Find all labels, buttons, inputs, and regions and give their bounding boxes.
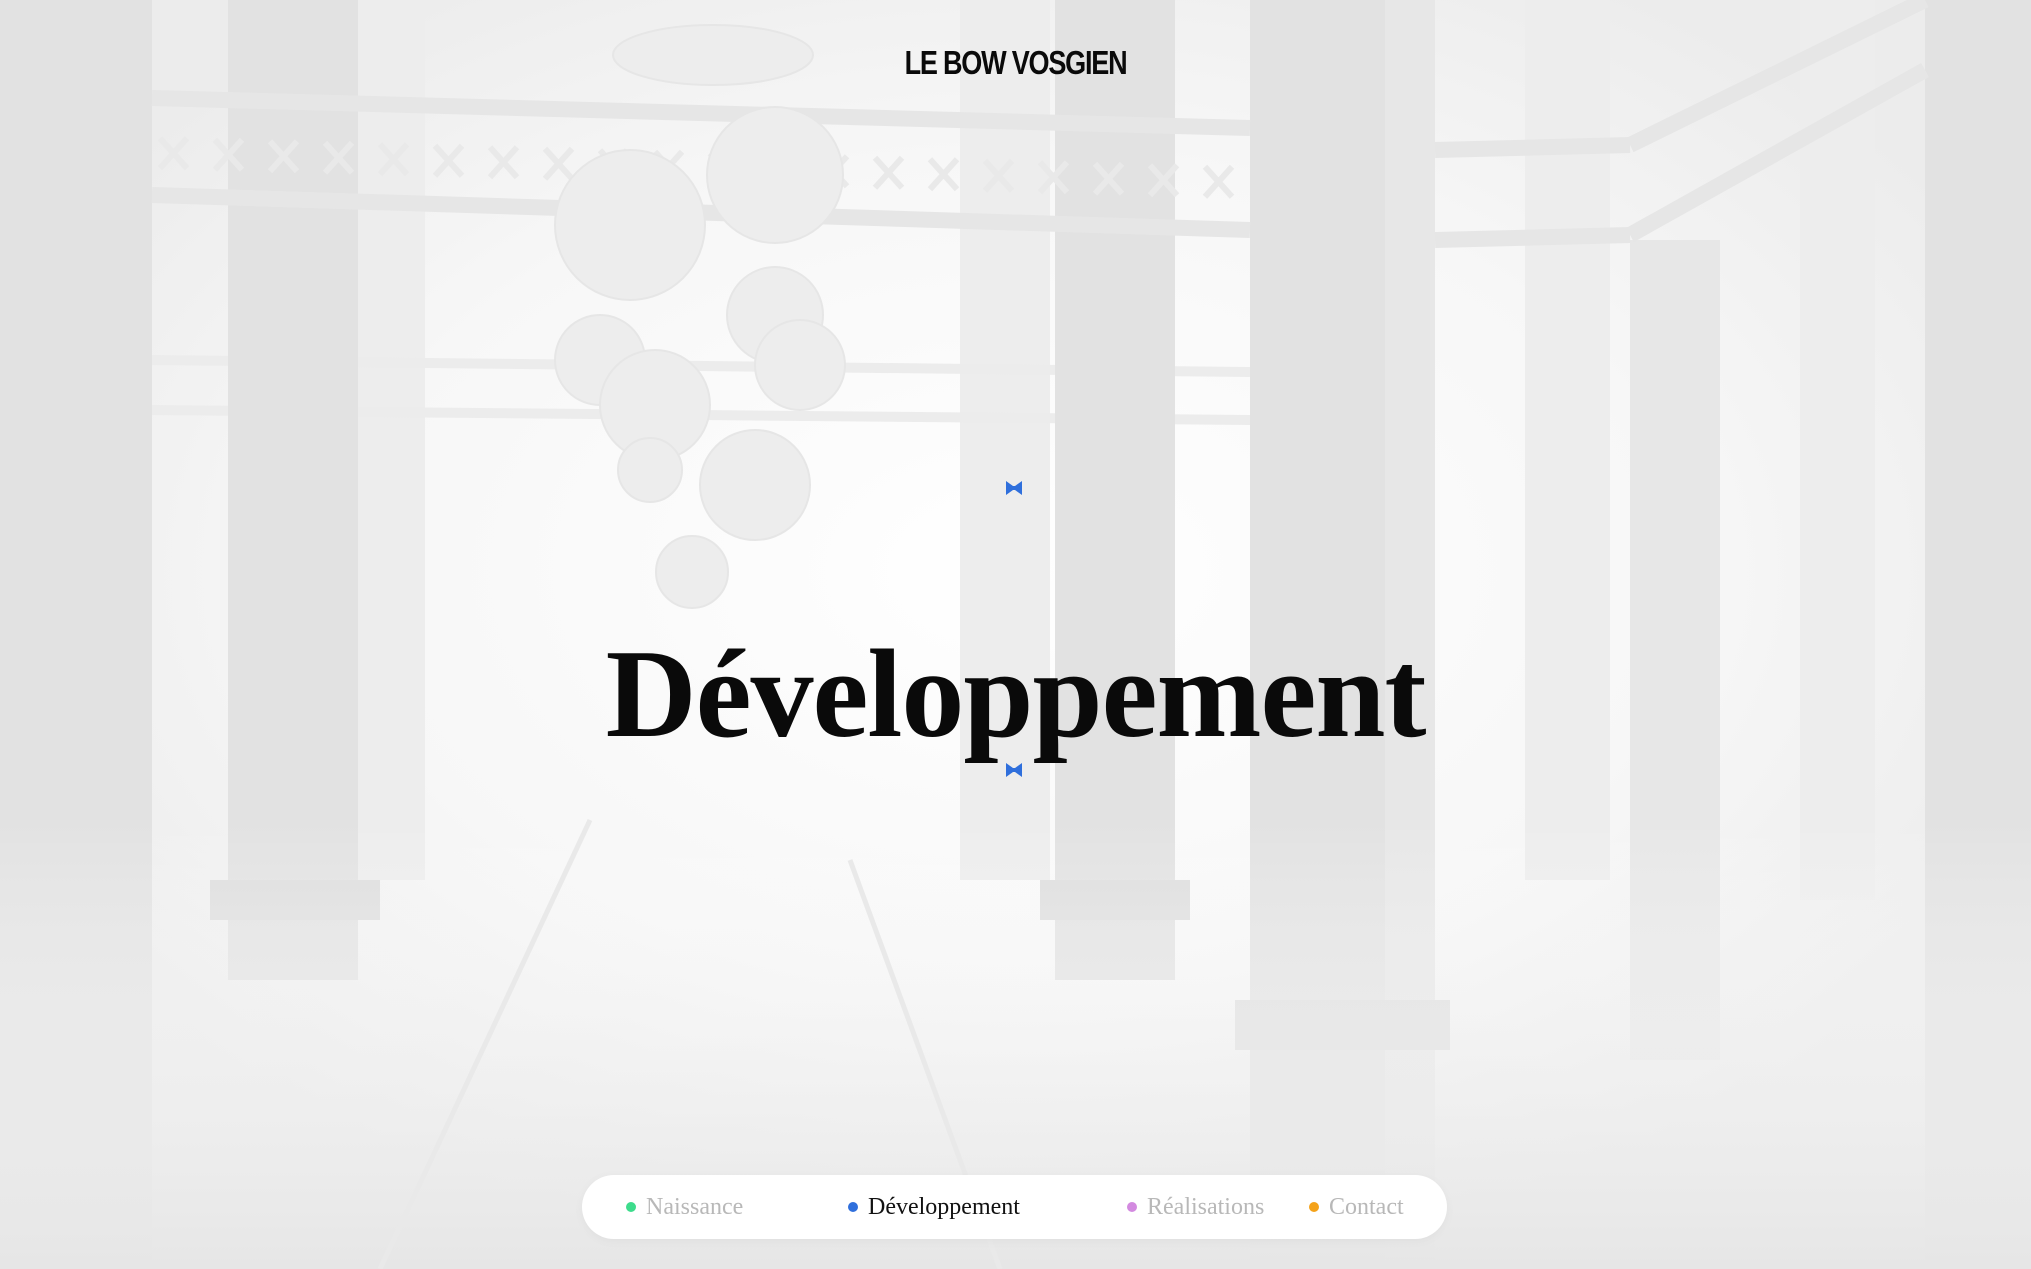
section-nav: Naissance Développement Réalisations Con…: [582, 1175, 1447, 1239]
nav-dot-icon: [1127, 1202, 1137, 1212]
nav-dot-icon: [848, 1202, 858, 1212]
bowtie-icon: [1006, 481, 1022, 495]
bowtie-icon: [1006, 763, 1022, 777]
nav-item-realisations[interactable]: Réalisations: [1127, 1175, 1264, 1239]
nav-item-label: Réalisations: [1147, 1193, 1265, 1220]
nav-item-label: Développement: [868, 1193, 1020, 1220]
nav-item-naissance[interactable]: Naissance: [626, 1175, 743, 1239]
nav-item-developpement[interactable]: Développement: [848, 1175, 1020, 1239]
section-title: Développement: [605, 625, 1427, 765]
nav-dot-icon: [626, 1202, 636, 1212]
nav-item-label: Contact: [1329, 1193, 1404, 1220]
site-logo[interactable]: LE BOW VOSGIEN: [183, 44, 1848, 82]
nav-item-contact[interactable]: Contact: [1309, 1175, 1404, 1239]
nav-item-label: Naissance: [646, 1193, 744, 1220]
nav-dot-icon: [1309, 1202, 1319, 1212]
